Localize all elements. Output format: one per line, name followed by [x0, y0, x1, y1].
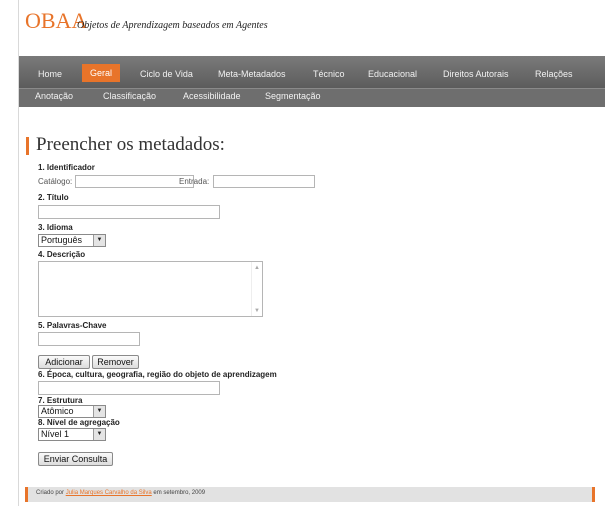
palavras-chave-label: 5. Palavras-Chave	[38, 321, 107, 330]
footer-text: Criado por Julia Marques Carvalho da Sil…	[36, 490, 205, 496]
footer-prefix: Criado por	[36, 490, 65, 496]
nav-item-ciclo-de-vida[interactable]: Ciclo de Vida	[140, 69, 193, 79]
scroll-up-icon[interactable]: ▲	[254, 265, 260, 271]
author-link[interactable]: Julia Marques Carvalho da Silva	[66, 490, 152, 496]
entry-label: Entrada:	[179, 177, 210, 186]
nivel-select-value: Nível 1	[41, 429, 70, 439]
nav-item-classificacao[interactable]: Classificação	[103, 91, 156, 101]
secondary-nav: Anotação Classificação Acessibilidade Se…	[19, 88, 605, 107]
idioma-select-value: Português	[41, 235, 83, 245]
page-title: Preencher os metadados:	[36, 134, 225, 155]
enviar-consulta-button[interactable]: Enviar Consulta	[38, 452, 113, 466]
title-accent	[26, 137, 29, 155]
nav-item-anotacao[interactable]: Anotação	[35, 91, 73, 101]
catalog-label: Catálogo:	[38, 177, 73, 186]
nivel-select[interactable]: Nível 1 ▼	[38, 428, 106, 441]
nav-item-meta-metadados[interactable]: Meta-Metadados	[218, 69, 286, 79]
footer: Criado por Julia Marques Carvalho da Sil…	[25, 487, 595, 502]
titulo-label: 2. Título	[38, 193, 69, 202]
descricao-label: 4. Descrição	[38, 250, 86, 259]
footer-suffix: em setembro, 2009	[153, 490, 206, 496]
header: OBAA Objetos de Aprendizagem baseados em…	[19, 0, 605, 56]
nav-item-tecnico[interactable]: Técnico	[313, 69, 345, 79]
entry-input[interactable]	[213, 175, 315, 188]
nav-item-direitos-autorais[interactable]: Direitos Autorais	[443, 69, 509, 79]
nav-item-geral[interactable]: Geral	[82, 64, 121, 82]
nav-item-home[interactable]: Home	[38, 69, 62, 79]
nivel-label: 8. Nível de agregação	[38, 418, 120, 427]
nav-item-acessibilidade[interactable]: Acessibilidade	[183, 91, 241, 101]
remover-button[interactable]: Remover	[92, 355, 139, 369]
scroll-down-icon[interactable]: ▼	[254, 308, 260, 314]
nav-item-educacional[interactable]: Educacional	[368, 69, 417, 79]
estrutura-label: 7. Estrutura	[38, 396, 83, 405]
idioma-select[interactable]: Português ▼	[38, 234, 106, 247]
nav-item-relacoes[interactable]: Relações	[535, 69, 573, 79]
chevron-down-icon: ▼	[93, 406, 105, 417]
estrutura-select-value: Atômico	[41, 406, 74, 416]
page-frame: OBAA Objetos de Aprendizagem baseados em…	[18, 0, 605, 506]
chevron-down-icon: ▼	[93, 235, 105, 246]
identificador-label: 1. Identificador	[38, 163, 95, 172]
descricao-scrollbar[interactable]: ▲ ▼	[251, 262, 262, 316]
epoca-input[interactable]	[38, 381, 220, 395]
nav-item-segmentacao[interactable]: Segmentação	[265, 91, 321, 101]
catalog-input[interactable]	[75, 175, 194, 188]
idioma-label: 3. Idioma	[38, 223, 73, 232]
chevron-down-icon: ▼	[93, 429, 105, 440]
primary-nav: Home Geral Ciclo de Vida Meta-Metadados …	[19, 56, 605, 88]
epoca-label: 6. Época, cultura, geografia, região do …	[38, 370, 277, 379]
estrutura-select[interactable]: Atômico ▼	[38, 405, 106, 418]
descricao-textarea[interactable]: ▲ ▼	[38, 261, 263, 317]
adicionar-button[interactable]: Adicionar	[38, 355, 90, 369]
tagline: Objetos de Aprendizagem baseados em Agen…	[77, 20, 268, 31]
palavras-chave-input[interactable]	[38, 332, 140, 346]
titulo-input[interactable]	[38, 205, 220, 219]
